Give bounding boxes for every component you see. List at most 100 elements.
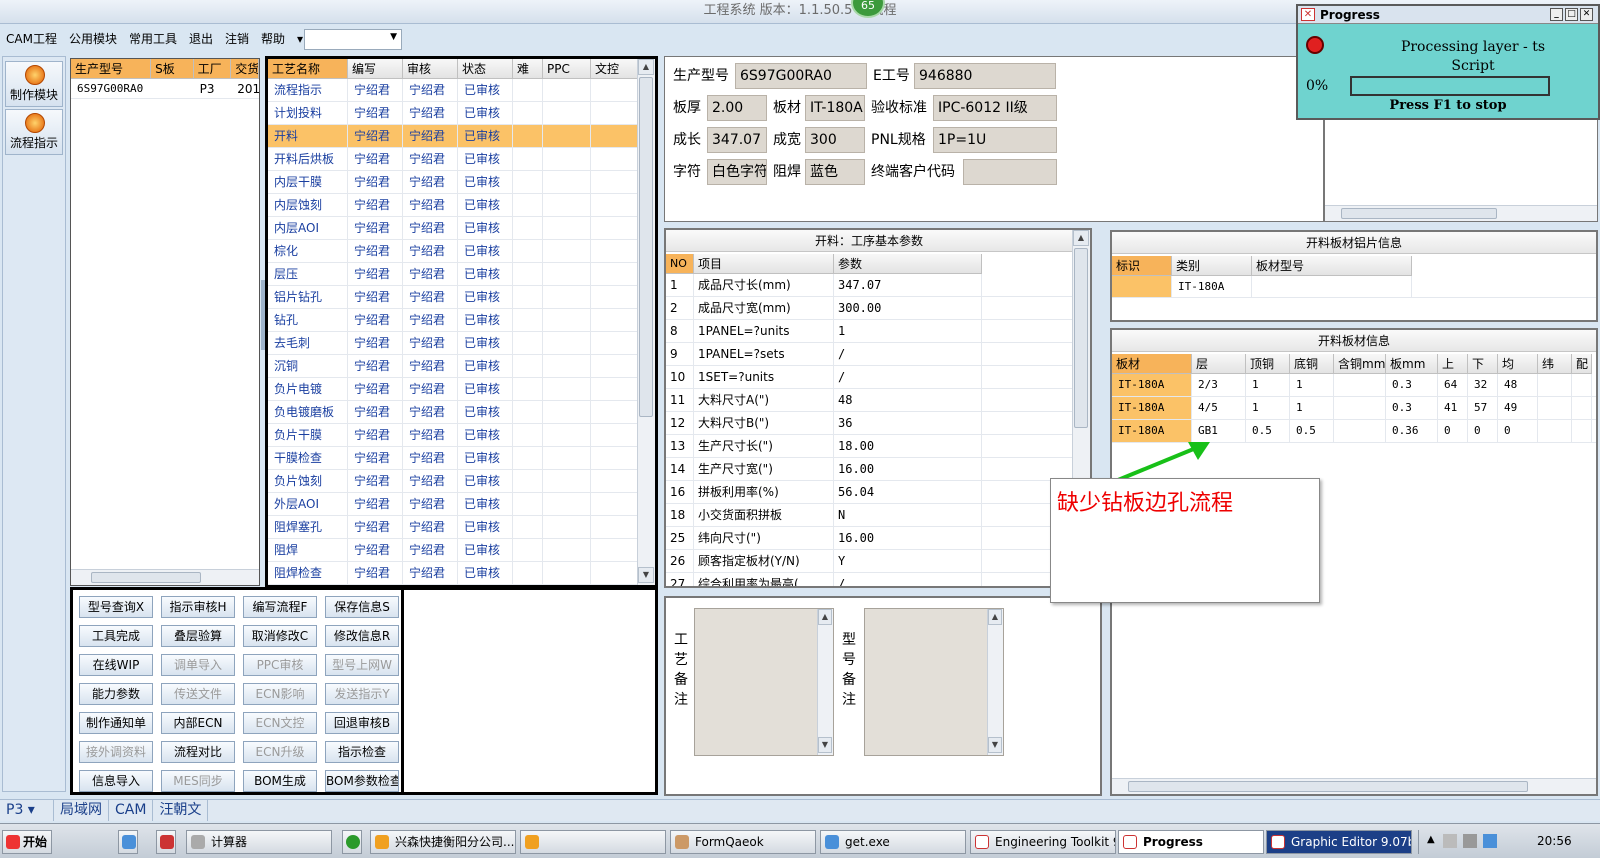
progress-title-bar[interactable]: ✕ Progress _ □ ✕ xyxy=(1298,6,1598,24)
char-field[interactable]: 白色字符 xyxy=(707,159,767,185)
menu-combo-box[interactable]: ▼ xyxy=(304,29,402,50)
stack-check-button[interactable]: 叠层验算 xyxy=(161,625,235,647)
model-publish-button[interactable]: 型号上网W xyxy=(325,654,399,676)
task-engineering-toolkit[interactable]: Engineering Toolkit 9.... xyxy=(970,830,1116,854)
cancel-edit-button[interactable]: 取消修改C xyxy=(243,625,317,647)
col-difficulty[interactable]: 难 xyxy=(513,59,543,79)
menu-logout[interactable]: 注销 xyxy=(219,26,255,52)
col-sheet-2[interactable]: 顶铜 xyxy=(1246,354,1290,374)
col-sheet-6[interactable]: 上 xyxy=(1438,354,1468,374)
rollback-review-button[interactable]: 回退审核B xyxy=(325,712,399,734)
scroll-up-icon[interactable]: ▲ xyxy=(638,59,654,75)
quicklaunch-button[interactable] xyxy=(118,830,138,854)
col-process-name[interactable]: 工艺名称 xyxy=(268,59,348,79)
menu-tools[interactable]: 常用工具 xyxy=(123,26,183,52)
tool-complete-button[interactable]: 工具完成 xyxy=(79,625,153,647)
task-browser-2[interactable] xyxy=(520,830,666,854)
task-calculator[interactable]: 计算器 xyxy=(186,830,332,854)
col-sheet-4[interactable]: 含铜mm xyxy=(1334,354,1386,374)
table-row[interactable]: 负片电镀 宁绍君 宁绍君 已审核 xyxy=(268,378,655,401)
mes-sync-button[interactable]: MES同步 xyxy=(161,770,235,792)
col-category[interactable]: 类别 xyxy=(1172,256,1252,276)
width-field[interactable]: 300 xyxy=(805,127,865,153)
table-row[interactable]: 外层AOI 宁绍君 宁绍君 已审核 xyxy=(268,493,655,516)
table-row[interactable]: 钻孔 宁绍君 宁绍君 已审核 xyxy=(268,309,655,332)
quicklaunch-button[interactable] xyxy=(342,830,362,854)
col-delivery[interactable]: 交货 xyxy=(231,59,259,79)
table-row[interactable]: 18 小交货面积拼板 N xyxy=(666,504,1090,527)
task-graphic-editor[interactable]: Graphic Editor 9.07b2 ... xyxy=(1266,830,1412,854)
bom-param-check-button[interactable]: BOM参数检查 xyxy=(325,770,399,792)
thickness-field[interactable]: 2.00 xyxy=(707,95,767,121)
task-browser[interactable]: 兴森快捷衡阳分公司... xyxy=(370,830,516,854)
table-row[interactable]: 干膜检查 宁绍君 宁绍君 已审核 xyxy=(268,447,655,470)
quicklaunch-button[interactable] xyxy=(156,830,176,854)
ecn-impact-button[interactable]: ECN影响 xyxy=(243,683,317,705)
table-row[interactable]: 沉铜 宁绍君 宁绍君 已审核 xyxy=(268,355,655,378)
send-instruction-button[interactable]: 发送指示Y xyxy=(325,683,399,705)
table-row[interactable]: 2 成品尺寸宽(mm) 300.00 xyxy=(666,297,1090,320)
menu-help[interactable]: 帮助 xyxy=(255,26,291,52)
col-ppc[interactable]: PPC xyxy=(543,59,591,79)
standard-field[interactable]: IPC-6012 II级 xyxy=(933,95,1057,121)
capability-params-button[interactable]: 能力参数 xyxy=(79,683,153,705)
col-s-board[interactable]: S板 xyxy=(151,59,194,79)
menu-common-modules[interactable]: 公用模块 xyxy=(63,26,123,52)
menu-exit[interactable]: 退出 xyxy=(183,26,219,52)
col-model[interactable]: 生产型号 xyxy=(71,59,152,79)
col-sheet-model[interactable]: 板材型号 xyxy=(1252,256,1412,276)
nav-flow-instruction-button[interactable]: 流程指示 xyxy=(5,109,63,155)
task-progress[interactable]: Progress xyxy=(1118,830,1264,854)
notice-sheet-button[interactable]: 制作通知单 xyxy=(79,712,153,734)
table-row[interactable]: 负片蚀刻 宁绍君 宁绍君 已审核 xyxy=(268,470,655,493)
col-mark[interactable]: 标识 xyxy=(1112,256,1172,276)
col-factory[interactable]: 工厂 xyxy=(193,59,232,79)
tray-icon[interactable] xyxy=(1463,834,1477,848)
pnl-field[interactable]: 1P=1U xyxy=(933,127,1057,153)
table-row[interactable]: 负电镀磨板 宁绍君 宁绍君 已审核 xyxy=(268,401,655,424)
table-row[interactable]: 去毛刺 宁绍君 宁绍君 已审核 xyxy=(268,332,655,355)
model-list-hscrollbar[interactable] xyxy=(71,569,259,585)
model-field[interactable]: 6S97G00RA0 xyxy=(735,63,867,89)
sheet-hscrollbar[interactable] xyxy=(1112,778,1596,794)
instruction-review-button[interactable]: 指示审核H xyxy=(161,596,235,618)
internal-ecn-button[interactable]: 内部ECN xyxy=(161,712,235,734)
maximize-icon[interactable]: □ xyxy=(1565,8,1578,21)
table-row[interactable]: 27 综合利用率为最高(... / xyxy=(666,573,1090,586)
table-row[interactable]: 11 大料尺寸A(") 48 xyxy=(666,389,1090,412)
table-row[interactable]: IT-180A 4/5 1 1 0.3 41 57 49 xyxy=(1112,397,1596,420)
table-row[interactable]: 14 生产尺寸宽(") 16.00 xyxy=(666,458,1090,481)
bom-generate-button[interactable]: BOM生成 xyxy=(243,770,317,792)
write-flow-button[interactable]: 编写流程F xyxy=(243,596,317,618)
menu-cam[interactable]: CAM工程 xyxy=(0,26,63,52)
table-row[interactable]: 阻焊 宁绍君 宁绍君 已审核 xyxy=(268,539,655,562)
flow-compare-button[interactable]: 流程对比 xyxy=(161,741,235,763)
transfer-file-button[interactable]: 传送文件 xyxy=(161,683,235,705)
table-row[interactable]: 开料后烘板 宁绍君 宁绍君 已审核 xyxy=(268,148,655,171)
table-row[interactable]: 1 成品尺寸长(mm) 347.07 xyxy=(666,274,1090,297)
table-row[interactable]: 流程指示 宁绍君 宁绍君 已审核 xyxy=(268,79,655,102)
table-row[interactable]: 棕化 宁绍君 宁绍君 已审核 xyxy=(268,240,655,263)
order-import-button[interactable]: 调单导入 xyxy=(161,654,235,676)
col-no[interactable]: NO xyxy=(666,254,694,274)
tray-icon[interactable] xyxy=(1483,834,1497,848)
col-sheet-8[interactable]: 均 xyxy=(1498,354,1538,374)
process-remark-textarea[interactable]: ▲ ▼ xyxy=(694,608,834,756)
table-row[interactable]: 开料 宁绍君 宁绍君 已审核 xyxy=(268,125,655,148)
col-sheet-9[interactable]: 纬 xyxy=(1538,354,1572,374)
ecn-doc-control-button[interactable]: ECN文控 xyxy=(243,712,317,734)
col-status[interactable]: 状态 xyxy=(458,59,513,79)
task-formqaeok[interactable]: FormQaeok xyxy=(670,830,816,854)
save-info-button[interactable]: 保存信息S xyxy=(325,596,399,618)
info-hscrollbar[interactable] xyxy=(1325,205,1597,221)
table-row[interactable]: 负片干膜 宁绍君 宁绍君 已审核 xyxy=(268,424,655,447)
table-row[interactable]: 16 拼板利用率(%) 56.04 xyxy=(666,481,1090,504)
material-field[interactable]: IT-180A xyxy=(805,95,865,121)
ppc-review-button[interactable]: PPC审核 xyxy=(243,654,317,676)
clock[interactable]: 20:56 xyxy=(1537,834,1572,848)
col-sheet-0[interactable]: 板材 xyxy=(1112,354,1192,374)
tray-icon[interactable] xyxy=(1443,834,1457,848)
process-list-vscrollbar[interactable]: ▲ ▼ xyxy=(637,59,655,585)
table-row[interactable]: 13 生产尺寸长(") 18.00 xyxy=(666,435,1090,458)
close-icon[interactable]: ✕ xyxy=(1580,8,1593,21)
